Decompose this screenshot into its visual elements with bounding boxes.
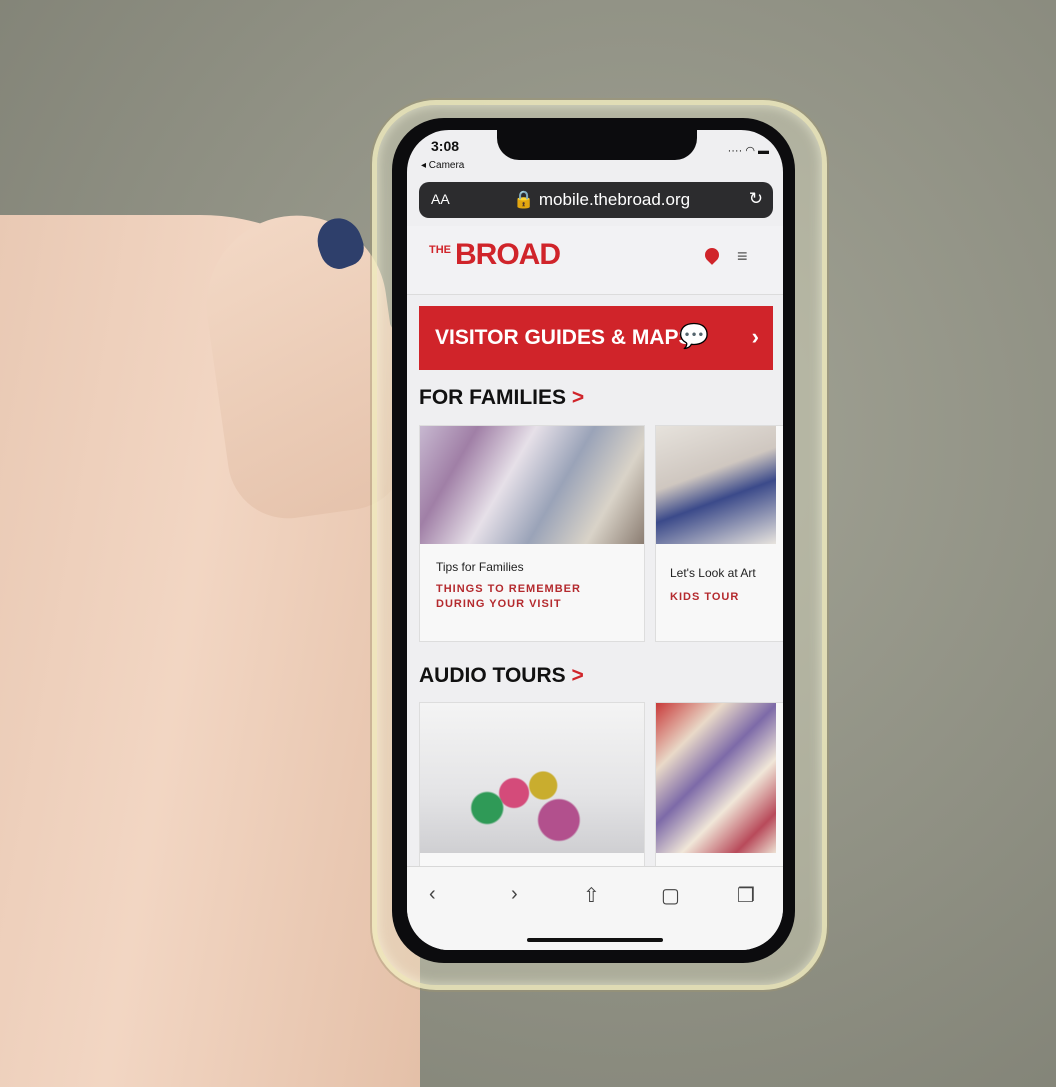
- card-kids-tour[interactable]: Let's Look at Art KIDS TOUR: [655, 425, 783, 642]
- forward-button[interactable]: ›: [511, 883, 518, 906]
- logo-prefix: THE: [429, 244, 451, 256]
- back-to-app-link[interactable]: ◂ Camera: [421, 160, 464, 171]
- card-audio-tour-2[interactable]: [655, 702, 783, 868]
- visitor-guides-banner[interactable]: VISITOR GUIDES & MAPS 💬 ›: [419, 306, 773, 370]
- url-text[interactable]: 🔒 mobile.thebroad.org: [513, 190, 690, 210]
- translate-icon: 💬: [679, 323, 709, 350]
- card-title: Let's Look at Art: [670, 566, 756, 580]
- wifi-icon: ◠: [745, 145, 755, 157]
- banner-label: VISITOR GUIDES & MAPS: [435, 326, 693, 349]
- card-link[interactable]: THINGS TO REMEMBER DURING YOUR VISIT: [436, 582, 616, 612]
- tabs-icon[interactable]: ❐: [737, 883, 755, 908]
- site-header: THE BROAD ≡: [407, 226, 783, 295]
- card-image: [656, 703, 776, 853]
- card-image: [420, 703, 644, 853]
- card-audio-tour-1[interactable]: [419, 702, 645, 868]
- chevron-right-icon: ›: [751, 324, 759, 349]
- card-image: [656, 426, 776, 544]
- section-title-text: AUDIO TOURS: [419, 664, 566, 687]
- chevron-right-icon: >: [571, 664, 584, 687]
- home-indicator: [527, 938, 663, 942]
- notch: [497, 130, 697, 160]
- card-title: Tips for Families: [436, 560, 524, 574]
- menu-icon[interactable]: ≡: [737, 246, 748, 267]
- chevron-right-icon: >: [571, 386, 585, 409]
- battery-icon: ▬: [758, 145, 769, 157]
- reload-icon[interactable]: ↻: [749, 189, 763, 209]
- card-link[interactable]: KIDS TOUR: [670, 590, 739, 605]
- for-families-heading[interactable]: FOR FAMILIES >: [419, 386, 584, 410]
- card-image: [420, 426, 644, 544]
- share-icon[interactable]: ⇧: [583, 883, 600, 908]
- bookmarks-icon[interactable]: ▢: [661, 883, 680, 908]
- section-title-text: FOR FAMILIES: [419, 386, 566, 409]
- logo[interactable]: BROAD: [455, 238, 561, 272]
- card-tips-families[interactable]: Tips for Families THINGS TO REMEMBER DUR…: [419, 425, 645, 642]
- status-time: 3:08: [431, 138, 460, 154]
- text-size-button[interactable]: AA: [431, 191, 450, 207]
- phone-screen: 3:08 ◂ Camera ···· ◠ ▬ AA 🔒 mobile.thebr…: [407, 130, 783, 950]
- back-button[interactable]: ‹: [429, 883, 436, 906]
- cellular-icon: ····: [727, 145, 743, 157]
- address-bar[interactable]: AA 🔒 mobile.thebroad.org ↻: [419, 182, 773, 218]
- location-pin-icon[interactable]: [702, 245, 722, 265]
- audio-tours-heading[interactable]: AUDIO TOURS >: [419, 664, 584, 688]
- status-icons: ···· ◠ ▬: [728, 144, 769, 157]
